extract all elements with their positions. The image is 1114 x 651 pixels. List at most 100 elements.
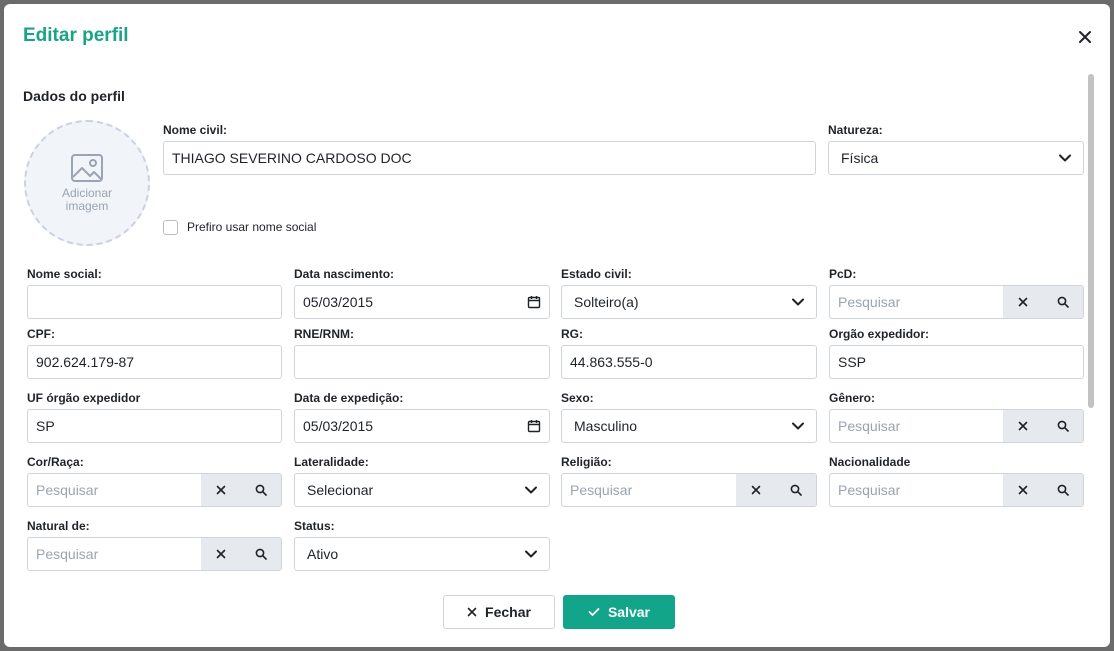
- estado-civil-label: Estado civil:: [561, 267, 632, 281]
- add-image-avatar[interactable]: Adicionar imagem: [24, 120, 150, 246]
- status-label: Status:: [294, 519, 335, 533]
- natureza-value: Física: [841, 150, 879, 166]
- chevron-down-icon: [1059, 154, 1071, 162]
- data-expedicao-label: Data de expedição:: [294, 391, 404, 405]
- natural-de-search-button[interactable]: [241, 538, 281, 570]
- natureza-label: Natureza:: [828, 123, 883, 137]
- search-icon: [255, 484, 267, 496]
- nome-civil-input[interactable]: THIAGO SEVERINO CARDOSO DOC: [163, 141, 816, 175]
- clear-icon: [216, 485, 226, 495]
- nacionalidade-search-input[interactable]: Pesquisar: [830, 474, 1003, 506]
- orgao-expedidor-value: SSP: [838, 354, 867, 370]
- data-nascimento-label: Data nascimento:: [294, 267, 395, 281]
- save-button-label: Salvar: [607, 604, 651, 620]
- rne-label: RNE/RNM:: [294, 327, 354, 341]
- clear-icon: [751, 485, 761, 495]
- natureza-select[interactable]: Física: [828, 141, 1084, 175]
- search-icon: [790, 484, 802, 496]
- modal-title: Editar perfil: [23, 25, 129, 46]
- religiao-label: Religião:: [561, 455, 612, 469]
- status-value: Ativo: [307, 546, 339, 562]
- uf-orgao-value: SP: [36, 418, 55, 434]
- natural-de-search-input[interactable]: Pesquisar: [28, 538, 201, 570]
- cpf-input[interactable]: 902.624.179-87: [27, 345, 282, 379]
- nome-civil-value: THIAGO SEVERINO CARDOSO DOC: [172, 150, 412, 166]
- calendar-icon[interactable]: [527, 419, 541, 433]
- genero-lookup: Pesquisar: [829, 409, 1084, 443]
- cpf-value: 902.624.179-87: [36, 354, 135, 370]
- rne-input[interactable]: [294, 345, 550, 379]
- section-title: Dados do perfil: [23, 88, 125, 104]
- nome-civil-label: Nome civil:: [163, 123, 228, 137]
- edit-profile-modal: Editar perfil Dados do perfil Adicionar …: [4, 4, 1110, 647]
- cor-raca-lookup: Pesquisar: [27, 473, 282, 507]
- data-nascimento-value: 05/03/2015: [303, 294, 374, 310]
- search-icon: [1057, 484, 1069, 496]
- genero-search-input[interactable]: Pesquisar: [830, 410, 1003, 442]
- natural-de-clear-button[interactable]: [201, 538, 241, 570]
- cor-raca-label: Cor/Raça:: [27, 455, 84, 469]
- pcd-label: PcD:: [829, 267, 857, 281]
- social-name-checkbox-label: Prefiro usar nome social: [187, 220, 317, 234]
- estado-civil-value: Solteiro(a): [574, 294, 639, 310]
- data-expedicao-value: 05/03/2015: [303, 418, 374, 434]
- religiao-search-button[interactable]: [776, 474, 816, 506]
- cor-raca-clear-button[interactable]: [201, 474, 241, 506]
- rg-input[interactable]: 44.863.555-0: [561, 345, 817, 379]
- check-icon: [588, 608, 600, 616]
- status-select[interactable]: Ativo: [294, 537, 550, 571]
- nacionalidade-lookup: Pesquisar: [829, 473, 1084, 507]
- cor-raca-search-input[interactable]: Pesquisar: [28, 474, 201, 506]
- genero-label: Gênero:: [829, 391, 876, 405]
- close-icon[interactable]: [1076, 28, 1094, 46]
- genero-clear-button[interactable]: [1003, 410, 1043, 442]
- chevron-down-icon: [525, 550, 537, 558]
- estado-civil-select[interactable]: Solteiro(a): [561, 285, 817, 319]
- nacionalidade-search-button[interactable]: [1043, 474, 1083, 506]
- nacionalidade-clear-button[interactable]: [1003, 474, 1043, 506]
- uf-orgao-input[interactable]: SP: [27, 409, 282, 443]
- lateralidade-select[interactable]: Selecionar: [294, 473, 550, 507]
- data-expedicao-input[interactable]: 05/03/2015: [294, 409, 550, 443]
- pcd-lookup: Pesquisar: [829, 285, 1084, 319]
- religiao-search-input[interactable]: Pesquisar: [562, 474, 736, 506]
- nacionalidade-label: Nacionalidade: [829, 455, 911, 469]
- clear-icon: [1018, 485, 1028, 495]
- pcd-search-button[interactable]: [1043, 286, 1083, 318]
- lateralidade-value: Selecionar: [307, 482, 374, 498]
- social-name-checkbox[interactable]: [163, 220, 178, 235]
- pcd-search-input[interactable]: Pesquisar: [830, 286, 1003, 318]
- lateralidade-label: Lateralidade:: [294, 455, 369, 469]
- genero-search-button[interactable]: [1043, 410, 1083, 442]
- close-icon: [467, 607, 477, 617]
- avatar-label: Adicionar imagem: [61, 186, 113, 213]
- natural-de-lookup: Pesquisar: [27, 537, 282, 571]
- data-nascimento-input[interactable]: 05/03/2015: [294, 285, 550, 319]
- chevron-down-icon: [525, 486, 537, 494]
- cpf-label: CPF:: [27, 327, 55, 341]
- search-icon: [1057, 420, 1069, 432]
- save-button[interactable]: Salvar: [563, 595, 675, 629]
- orgao-expedidor-input[interactable]: SSP: [829, 345, 1084, 379]
- clear-icon: [216, 549, 226, 559]
- search-icon: [1057, 296, 1069, 308]
- nome-social-label: Nome social:: [27, 267, 102, 281]
- close-button[interactable]: Fechar: [443, 595, 555, 629]
- clear-icon: [1018, 421, 1028, 431]
- rg-value: 44.863.555-0: [570, 354, 653, 370]
- nome-social-input[interactable]: [27, 285, 282, 319]
- chevron-down-icon: [792, 298, 804, 306]
- calendar-icon[interactable]: [527, 295, 541, 309]
- natural-de-label: Natural de:: [27, 519, 90, 533]
- orgao-expedidor-label: Orgão expedidor:: [829, 327, 930, 341]
- rg-label: RG:: [561, 327, 583, 341]
- religiao-lookup: Pesquisar: [561, 473, 817, 507]
- sexo-select[interactable]: Masculino: [561, 409, 817, 443]
- cor-raca-search-button[interactable]: [241, 474, 281, 506]
- clear-icon: [1018, 297, 1028, 307]
- scrollbar-thumb[interactable]: [1088, 74, 1094, 408]
- sexo-label: Sexo:: [561, 391, 594, 405]
- sexo-value: Masculino: [574, 418, 638, 434]
- religiao-clear-button[interactable]: [736, 474, 776, 506]
- pcd-clear-button[interactable]: [1003, 286, 1043, 318]
